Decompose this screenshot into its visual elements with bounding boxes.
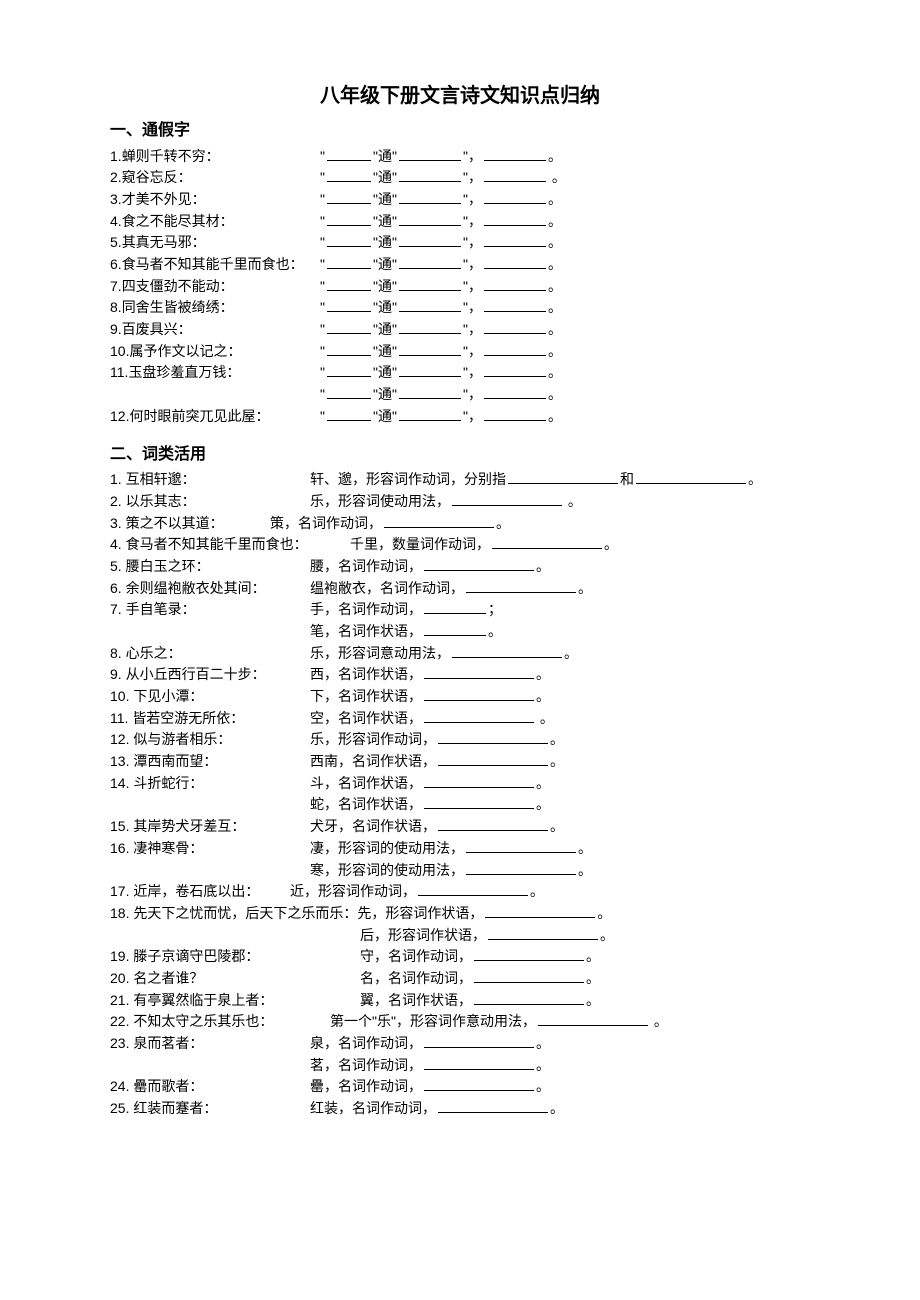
- cilei-row: 18. 先天下之忧而忧，后天下之乐而乐：先，形容词作状语，。: [110, 903, 810, 925]
- cilei-row: 12. 似与游者相乐： 乐，形容词作动词，。: [110, 729, 810, 751]
- cilei-row: 16. 凄神寒骨： 凄，形容词的使动用法，。: [110, 838, 810, 860]
- cilei-row: 20. 名之者谁？ 名，名词作动词，。: [110, 968, 810, 990]
- item-text: 蝉则千转不穷：: [122, 148, 220, 164]
- tongjia-row-extra: ""通""，。: [110, 384, 810, 406]
- tongjia-row: 6.食马者不知其能千里而食也： ""通""，。: [110, 254, 810, 276]
- cilei-row-cont: 蛇，名词作状语，。: [110, 794, 810, 816]
- cilei-row-cont: 茗，名词作动词，。: [110, 1055, 810, 1077]
- tongjia-row: 7.四支僵劲不能动： ""通""，。: [110, 276, 810, 298]
- cilei-row: 21. 有亭翼然临于泉上者： 翼，名词作状语，。: [110, 990, 810, 1012]
- section-2-heading: 二、词类活用: [110, 442, 810, 468]
- item-num: 1.: [110, 148, 122, 164]
- cilei-row: 7. 手自笔录： 手，名词作动词，；: [110, 599, 810, 621]
- blank[interactable]: [484, 146, 546, 161]
- tongjia-row: 2.窥谷忘反： ""通""， 。: [110, 167, 810, 189]
- cilei-row-cont: 笔，名词作状语，。: [110, 621, 810, 643]
- tongjia-row: 12.何时眼前突兀见此屋： ""通""，。: [110, 406, 810, 428]
- cilei-row-cont: 寒，形容词的使动用法，。: [110, 860, 810, 882]
- cilei-row-cont: 后，形容词作状语，。: [110, 925, 810, 947]
- cilei-row: 14. 斗折蛇行： 斗，名词作状语，。: [110, 773, 810, 795]
- blank[interactable]: [327, 146, 371, 161]
- cilei-row: 15. 其岸势犬牙差互： 犬牙，名词作状语，。: [110, 816, 810, 838]
- tongjia-row: 11.玉盘珍羞直万钱： ""通""，。: [110, 362, 810, 384]
- cilei-row: 11. 皆若空游无所依： 空，名词作状语， 。: [110, 708, 810, 730]
- cilei-row: 19. 滕子京谪守巴陵郡： 守，名词作动词，。: [110, 946, 810, 968]
- tongjia-row: 9.百废具兴： ""通""，。: [110, 319, 810, 341]
- cilei-row: 23. 泉而茗者： 泉，名词作动词，。: [110, 1033, 810, 1055]
- section-1-heading: 一、通假字: [110, 118, 810, 144]
- tongjia-row: 4.食之不能尽其材： ""通""，。: [110, 211, 810, 233]
- cilei-row: 1. 互相轩邈： 轩、邈，形容词作动词，分别指和。: [110, 469, 810, 491]
- cilei-row: 3. 策之不以其道： 策，名词作动词，。: [110, 513, 810, 535]
- fill-pattern: ""通""，。: [320, 146, 810, 168]
- cilei-row: 25. 红装而蹇者： 红装，名词作动词，。: [110, 1098, 810, 1120]
- cilei-row: 22. 不知太守之乐其乐也： 第一个"乐"，形容词作意动用法， 。: [110, 1011, 810, 1033]
- cilei-row: 9. 从小丘西行百二十步： 西，名词作状语，。: [110, 664, 810, 686]
- cilei-row: 17. 近岸，卷石底以出： 近，形容词作动词，。: [110, 881, 810, 903]
- tongjia-row: 8.同舍生皆被绮绣： ""通""，。: [110, 297, 810, 319]
- cilei-row: 8. 心乐之： 乐，形容词意动用法，。: [110, 643, 810, 665]
- page-title: 八年级下册文言诗文知识点归纳: [110, 80, 810, 112]
- tongjia-row: 1.蝉则千转不穷： ""通""，。: [110, 146, 810, 168]
- cilei-row: 2. 以乐其志： 乐，形容词使动用法， 。: [110, 491, 810, 513]
- cilei-row: 24. 罍而歌者： 罍，名词作动词，。: [110, 1076, 810, 1098]
- cilei-row: 10. 下见小潭： 下，名词作状语，。: [110, 686, 810, 708]
- blank[interactable]: [399, 146, 461, 161]
- cilei-row: 5. 腰白玉之环： 腰，名词作动词，。: [110, 556, 810, 578]
- tongjia-row: 5.其真无马邪： ""通""，。: [110, 232, 810, 254]
- tongjia-row: 3.才美不外见： ""通""，。: [110, 189, 810, 211]
- cilei-row: 4. 食马者不知其能千里而食也： 千里，数量词作动词，。: [110, 534, 810, 556]
- cilei-row: 6. 余则缊袍敝衣处其间： 缊袍敝衣，名词作动词，。: [110, 578, 810, 600]
- tongjia-row: 10.属予作文以记之： ""通""，。: [110, 341, 810, 363]
- cilei-row: 13. 潭西南而望： 西南，名词作状语，。: [110, 751, 810, 773]
